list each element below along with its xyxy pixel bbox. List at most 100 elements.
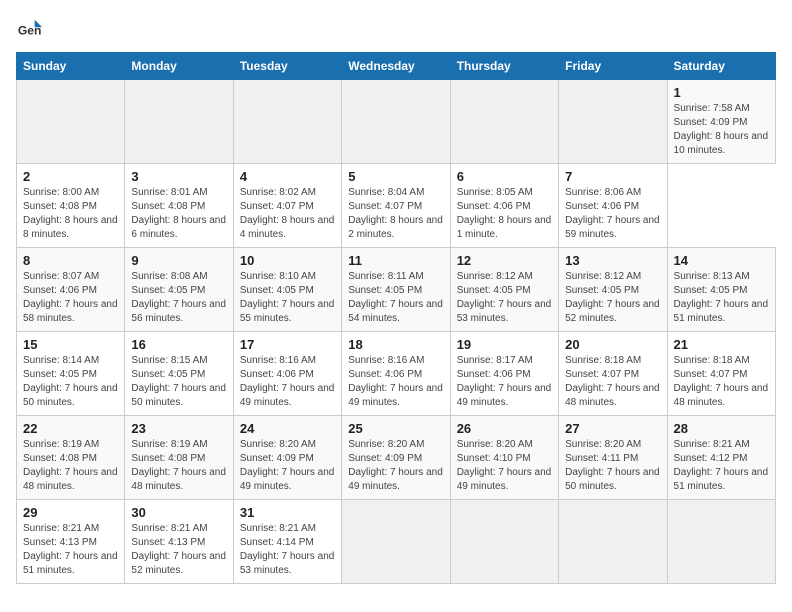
calendar-cell xyxy=(450,80,558,164)
day-number: 24 xyxy=(240,421,335,436)
day-number: 11 xyxy=(348,253,443,268)
calendar-cell: 27 Sunrise: 8:20 AMSunset: 4:11 PMDayligh… xyxy=(559,416,667,500)
calendar-cell xyxy=(342,80,450,164)
day-number: 9 xyxy=(131,253,226,268)
day-number: 20 xyxy=(565,337,660,352)
calendar-cell: 26 Sunrise: 8:20 AMSunset: 4:10 PMDayligh… xyxy=(450,416,558,500)
day-number: 1 xyxy=(674,85,769,100)
calendar-cell xyxy=(450,500,558,584)
day-info: Sunrise: 8:16 AMSunset: 4:06 PMDaylight:… xyxy=(240,354,335,410)
calendar-cell: 18 Sunrise: 8:16 AMSunset: 4:06 PMDayligh… xyxy=(342,332,450,416)
col-header-sunday: Sunday xyxy=(17,53,125,80)
day-number: 10 xyxy=(240,253,335,268)
week-row-3: 15 Sunrise: 8:14 AMSunset: 4:05 PMDayligh… xyxy=(17,332,776,416)
day-info: Sunrise: 8:21 AMSunset: 4:14 PMDaylight:… xyxy=(240,522,335,578)
day-number: 3 xyxy=(131,169,226,184)
calendar-cell: 5Sunrise: 8:04 AMSunset: 4:07 PMDaylight… xyxy=(342,164,450,248)
day-number: 22 xyxy=(23,421,118,436)
page-header: Gen xyxy=(16,16,776,44)
day-info: Sunrise: 8:17 AMSunset: 4:06 PMDaylight:… xyxy=(457,354,552,410)
calendar-cell: 3 Sunrise: 8:01 AMSunset: 4:08 PMDaylight… xyxy=(125,164,233,248)
day-number: 14 xyxy=(674,253,769,268)
calendar-cell: 6 Sunrise: 8:05 AMSunset: 4:06 PMDaylight… xyxy=(450,164,558,248)
calendar-cell: 13 Sunrise: 8:12 AMSunset: 4:05 PMDayligh… xyxy=(559,248,667,332)
day-number: 25 xyxy=(348,421,443,436)
calendar-cell: 12 Sunrise: 8:12 AMSunset: 4:05 PMDayligh… xyxy=(450,248,558,332)
col-header-tuesday: Tuesday xyxy=(233,53,341,80)
calendar-cell: 28 Sunrise: 8:21 AMSunset: 4:12 PMDayligh… xyxy=(667,416,775,500)
day-info: Sunrise: 8:05 AMSunset: 4:06 PMDaylight:… xyxy=(457,186,552,242)
calendar-cell: 1Sunrise: 7:58 AMSunset: 4:09 PMDaylight… xyxy=(667,80,775,164)
day-info: Sunrise: 8:01 AMSunset: 4:08 PMDaylight:… xyxy=(131,186,226,242)
logo-icon: Gen xyxy=(16,16,44,44)
day-info: Sunrise: 8:20 AMSunset: 4:10 PMDaylight:… xyxy=(457,438,552,494)
logo: Gen xyxy=(16,16,48,44)
day-info: Sunrise: 8:08 AMSunset: 4:05 PMDaylight:… xyxy=(131,270,226,326)
calendar-cell: 10Sunrise: 8:10 AMSunset: 4:05 PMDayligh… xyxy=(233,248,341,332)
calendar-table: SundayMondayTuesdayWednesdayThursdayFrid… xyxy=(16,52,776,584)
day-number: 19 xyxy=(457,337,552,352)
day-number: 15 xyxy=(23,337,118,352)
day-number: 12 xyxy=(457,253,552,268)
day-info: Sunrise: 8:21 AMSunset: 4:13 PMDaylight:… xyxy=(131,522,226,578)
calendar-header-row: SundayMondayTuesdayWednesdayThursdayFrid… xyxy=(17,53,776,80)
week-row-2: 8Sunrise: 8:07 AMSunset: 4:06 PMDaylight… xyxy=(17,248,776,332)
calendar-cell: 16Sunrise: 8:15 AMSunset: 4:05 PMDayligh… xyxy=(125,332,233,416)
calendar-cell xyxy=(559,500,667,584)
calendar-cell: 8Sunrise: 8:07 AMSunset: 4:06 PMDaylight… xyxy=(17,248,125,332)
calendar-cell: 7Sunrise: 8:06 AMSunset: 4:06 PMDaylight… xyxy=(559,164,667,248)
day-info: Sunrise: 8:20 AMSunset: 4:09 PMDaylight:… xyxy=(348,438,443,494)
col-header-friday: Friday xyxy=(559,53,667,80)
calendar-cell: 30 Sunrise: 8:21 AMSunset: 4:13 PMDayligh… xyxy=(125,500,233,584)
day-info: Sunrise: 8:14 AMSunset: 4:05 PMDaylight:… xyxy=(23,354,118,410)
day-number: 30 xyxy=(131,505,226,520)
day-number: 31 xyxy=(240,505,335,520)
calendar-cell xyxy=(125,80,233,164)
day-info: Sunrise: 8:19 AMSunset: 4:08 PMDaylight:… xyxy=(23,438,118,494)
day-info: Sunrise: 8:21 AMSunset: 4:13 PMDaylight:… xyxy=(23,522,118,578)
calendar-cell: 31 Sunrise: 8:21 AMSunset: 4:14 PMDayligh… xyxy=(233,500,341,584)
col-header-saturday: Saturday xyxy=(667,53,775,80)
day-info: Sunrise: 8:06 AMSunset: 4:06 PMDaylight:… xyxy=(565,186,660,242)
day-number: 27 xyxy=(565,421,660,436)
calendar-cell: 24 Sunrise: 8:20 AMSunset: 4:09 PMDayligh… xyxy=(233,416,341,500)
day-number: 8 xyxy=(23,253,118,268)
day-number: 4 xyxy=(240,169,335,184)
calendar-cell: 29 Sunrise: 8:21 AMSunset: 4:13 PMDayligh… xyxy=(17,500,125,584)
day-number: 18 xyxy=(348,337,443,352)
day-info: Sunrise: 8:20 AMSunset: 4:11 PMDaylight:… xyxy=(565,438,660,494)
calendar-cell: 2Sunrise: 8:00 AMSunset: 4:08 PMDaylight… xyxy=(17,164,125,248)
day-number: 23 xyxy=(131,421,226,436)
day-number: 6 xyxy=(457,169,552,184)
day-number: 2 xyxy=(23,169,118,184)
day-info: Sunrise: 8:13 AMSunset: 4:05 PMDaylight:… xyxy=(674,270,769,326)
day-info: Sunrise: 8:12 AMSunset: 4:05 PMDaylight:… xyxy=(565,270,660,326)
calendar-cell: 17 Sunrise: 8:16 AMSunset: 4:06 PMDayligh… xyxy=(233,332,341,416)
day-number: 26 xyxy=(457,421,552,436)
calendar-cell xyxy=(667,500,775,584)
day-info: Sunrise: 8:16 AMSunset: 4:06 PMDaylight:… xyxy=(348,354,443,410)
calendar-cell xyxy=(233,80,341,164)
day-number: 28 xyxy=(674,421,769,436)
day-number: 29 xyxy=(23,505,118,520)
calendar-cell: 15 Sunrise: 8:14 AMSunset: 4:05 PMDayligh… xyxy=(17,332,125,416)
col-header-monday: Monday xyxy=(125,53,233,80)
day-number: 13 xyxy=(565,253,660,268)
calendar-cell xyxy=(342,500,450,584)
calendar-cell: 19 Sunrise: 8:17 AMSunset: 4:06 PMDayligh… xyxy=(450,332,558,416)
calendar-cell: 21Sunrise: 8:18 AMSunset: 4:07 PMDayligh… xyxy=(667,332,775,416)
day-info: Sunrise: 8:18 AMSunset: 4:07 PMDaylight:… xyxy=(565,354,660,410)
day-info: Sunrise: 8:02 AMSunset: 4:07 PMDaylight:… xyxy=(240,186,335,242)
day-info: Sunrise: 8:19 AMSunset: 4:08 PMDaylight:… xyxy=(131,438,226,494)
day-info: Sunrise: 8:11 AMSunset: 4:05 PMDaylight:… xyxy=(348,270,443,326)
day-info: Sunrise: 8:20 AMSunset: 4:09 PMDaylight:… xyxy=(240,438,335,494)
week-row-5: 29 Sunrise: 8:21 AMSunset: 4:13 PMDayligh… xyxy=(17,500,776,584)
calendar-cell: 11 Sunrise: 8:11 AMSunset: 4:05 PMDayligh… xyxy=(342,248,450,332)
week-row-4: 22 Sunrise: 8:19 AMSunset: 4:08 PMDayligh… xyxy=(17,416,776,500)
day-number: 17 xyxy=(240,337,335,352)
day-info: Sunrise: 8:18 AMSunset: 4:07 PMDaylight:… xyxy=(674,354,769,410)
calendar-cell: 22 Sunrise: 8:19 AMSunset: 4:08 PMDayligh… xyxy=(17,416,125,500)
day-info: Sunrise: 8:12 AMSunset: 4:05 PMDaylight:… xyxy=(457,270,552,326)
calendar-cell xyxy=(17,80,125,164)
day-info: Sunrise: 8:21 AMSunset: 4:12 PMDaylight:… xyxy=(674,438,769,494)
